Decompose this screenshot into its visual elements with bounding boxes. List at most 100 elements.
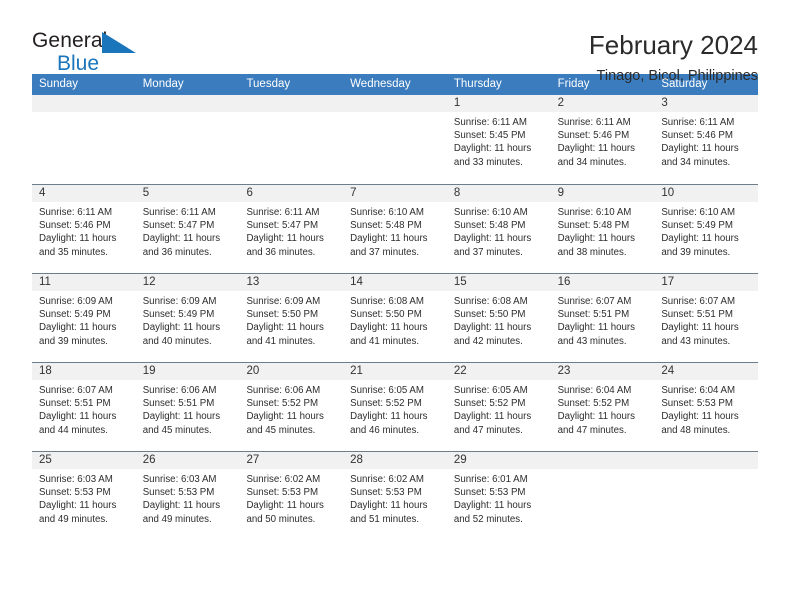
daylight-text-line1: Daylight: 11 hours xyxy=(661,233,739,245)
daylight-text-line1: Daylight: 11 hours xyxy=(350,322,428,334)
sunrise-text: Sunrise: 6:04 AM xyxy=(557,385,632,396)
day-info: Sunrise: 6:01 AM Sunset: 5:53 PM Dayligh… xyxy=(447,469,551,526)
day-number xyxy=(32,95,136,112)
daylight-text-line1: Daylight: 11 hours xyxy=(246,500,324,512)
day-cell xyxy=(343,95,447,184)
day-number: 26 xyxy=(135,452,240,469)
day-cell: 15 Sunrise: 6:08 AM Sunset: 5:50 PM Dayl… xyxy=(446,274,551,362)
sunrise-text: Sunrise: 6:11 AM xyxy=(557,117,631,128)
daylight-text-line1: Daylight: 11 hours xyxy=(142,322,221,334)
sunrise-text: Sunrise: 6:08 AM xyxy=(350,296,424,307)
weekday-header-wednesday: Wednesday xyxy=(350,78,411,90)
day-number: 18 xyxy=(32,363,136,380)
day-cell: 8 Sunrise: 6:10 AM Sunset: 5:48 PM Dayli… xyxy=(446,185,551,273)
calendar-page: General Blue February 2024 Tinago, Bicol… xyxy=(0,0,792,612)
sunset-text: Sunset: 5:53 PM xyxy=(661,398,733,410)
sunset-text: Sunset: 5:46 PM xyxy=(39,220,111,232)
daylight-text-line1: Daylight: 11 hours xyxy=(453,411,532,423)
day-number: 8 xyxy=(446,185,551,202)
day-info: Sunrise: 6:11 AM Sunset: 5:46 PM Dayligh… xyxy=(551,112,655,169)
day-info: Sunrise: 6:06 AM Sunset: 5:52 PM Dayligh… xyxy=(239,380,343,437)
day-cell xyxy=(654,452,759,540)
page-title: February 2024 xyxy=(588,30,758,60)
daylight-text-line1: Daylight: 11 hours xyxy=(453,500,532,512)
sunset-text: Sunset: 5:48 PM xyxy=(453,220,526,232)
day-number: 16 xyxy=(550,274,655,291)
day-info: Sunrise: 6:11 AM Sunset: 5:46 PM Dayligh… xyxy=(654,112,758,169)
day-number: 19 xyxy=(135,363,240,380)
daylight-text-line1: Daylight: 11 hours xyxy=(557,233,635,245)
day-info: Sunrise: 6:09 AM Sunset: 5:49 PM Dayligh… xyxy=(136,291,240,348)
day-cell: 7 Sunrise: 6:10 AM Sunset: 5:48 PM Dayli… xyxy=(343,185,447,273)
sunset-text: Sunset: 5:46 PM xyxy=(557,130,630,142)
day-info: Sunrise: 6:11 AM Sunset: 5:47 PM Dayligh… xyxy=(239,202,343,259)
sunset-text: Sunset: 5:49 PM xyxy=(39,309,111,321)
day-info: Sunrise: 6:07 AM Sunset: 5:51 PM Dayligh… xyxy=(654,291,758,348)
daylight-text-line1: Daylight: 11 hours xyxy=(246,233,324,245)
sunrise-text: Sunrise: 6:02 AM xyxy=(350,474,424,485)
weekday-header-friday: Friday xyxy=(557,78,590,90)
daylight-text-line2: and 40 minutes. xyxy=(142,335,212,347)
day-cell: 18 Sunrise: 6:07 AM Sunset: 5:51 PM Dayl… xyxy=(32,363,136,451)
daylight-text-line1: Daylight: 11 hours xyxy=(557,322,635,334)
day-cell: 16 Sunrise: 6:07 AM Sunset: 5:51 PM Dayl… xyxy=(550,274,655,362)
sunset-text: Sunset: 5:47 PM xyxy=(246,220,319,232)
page-header: General Blue February 2024 Tinago, Bicol… xyxy=(0,0,792,84)
day-cell: 14 Sunrise: 6:08 AM Sunset: 5:50 PM Dayl… xyxy=(343,274,447,362)
sunrise-text: Sunrise: 6:02 AM xyxy=(246,474,321,485)
sunrise-text: Sunrise: 6:10 AM xyxy=(557,207,632,218)
sunrise-text: Sunrise: 6:05 AM xyxy=(453,385,528,396)
day-number: 1 xyxy=(446,95,551,112)
day-info: Sunrise: 6:10 AM Sunset: 5:48 PM Dayligh… xyxy=(447,202,551,259)
day-cell: 27 Sunrise: 6:02 AM Sunset: 5:53 PM Dayl… xyxy=(239,452,344,540)
daylight-text-line1: Daylight: 11 hours xyxy=(350,233,428,245)
daylight-text-line1: Daylight: 11 hours xyxy=(39,500,117,512)
day-number: 24 xyxy=(654,363,759,380)
daylight-text-line2: and 49 minutes. xyxy=(142,513,212,525)
daylight-text-line2: and 38 minutes. xyxy=(557,246,627,258)
calendar-grid: Sunday Monday Tuesday Wednesday Thursday… xyxy=(32,74,759,540)
sunrise-text: Sunrise: 6:09 AM xyxy=(246,296,321,307)
daylight-text-line1: Daylight: 11 hours xyxy=(661,411,739,423)
day-info xyxy=(551,469,655,473)
day-cell xyxy=(32,95,136,184)
day-number: 21 xyxy=(343,363,447,380)
general-blue-logo: General Blue xyxy=(32,30,152,78)
daylight-text-line2: and 42 minutes. xyxy=(453,335,523,347)
sunrise-text: Sunrise: 6:07 AM xyxy=(557,296,632,307)
day-number: 12 xyxy=(135,274,240,291)
sunrise-text: Sunrise: 6:10 AM xyxy=(661,207,736,218)
sunset-text: Sunset: 5:53 PM xyxy=(350,487,422,499)
daylight-text-line1: Daylight: 11 hours xyxy=(453,143,532,155)
weekday-header-thursday: Thursday xyxy=(453,78,502,90)
daylight-text-line1: Daylight: 11 hours xyxy=(142,411,221,423)
daylight-text-line1: Daylight: 11 hours xyxy=(557,143,635,155)
daylight-text-line2: and 45 minutes. xyxy=(142,424,212,436)
day-info: Sunrise: 6:11 AM Sunset: 5:46 PM Dayligh… xyxy=(32,202,136,259)
day-info: Sunrise: 6:07 AM Sunset: 5:51 PM Dayligh… xyxy=(551,291,655,348)
daylight-text-line2: and 46 minutes. xyxy=(350,424,420,436)
daylight-text-line1: Daylight: 11 hours xyxy=(453,233,532,245)
daylight-text-line2: and 36 minutes. xyxy=(246,246,316,258)
day-number: 13 xyxy=(239,274,344,291)
week-row: 1 Sunrise: 6:11 AM Sunset: 5:45 PM Dayli… xyxy=(32,95,759,184)
day-number xyxy=(550,452,655,469)
daylight-text-line1: Daylight: 11 hours xyxy=(39,411,117,423)
daylight-text-line2: and 48 minutes. xyxy=(661,424,731,436)
day-info: Sunrise: 6:02 AM Sunset: 5:53 PM Dayligh… xyxy=(343,469,447,526)
day-info xyxy=(343,112,447,116)
daylight-text-line2: and 34 minutes. xyxy=(557,156,627,168)
day-info xyxy=(239,112,343,116)
daylight-text-line2: and 33 minutes. xyxy=(453,156,523,168)
day-number xyxy=(654,452,759,469)
day-cell: 6 Sunrise: 6:11 AM Sunset: 5:47 PM Dayli… xyxy=(239,185,344,273)
day-cell xyxy=(135,95,240,184)
sunrise-text: Sunrise: 6:07 AM xyxy=(39,385,113,396)
sunset-text: Sunset: 5:48 PM xyxy=(350,220,422,232)
sunset-text: Sunset: 5:47 PM xyxy=(142,220,215,232)
daylight-text-line1: Daylight: 11 hours xyxy=(142,500,221,512)
sunset-text: Sunset: 5:49 PM xyxy=(661,220,733,232)
day-number: 4 xyxy=(32,185,136,202)
sunset-text: Sunset: 5:45 PM xyxy=(453,130,526,142)
sunset-text: Sunset: 5:50 PM xyxy=(453,309,526,321)
